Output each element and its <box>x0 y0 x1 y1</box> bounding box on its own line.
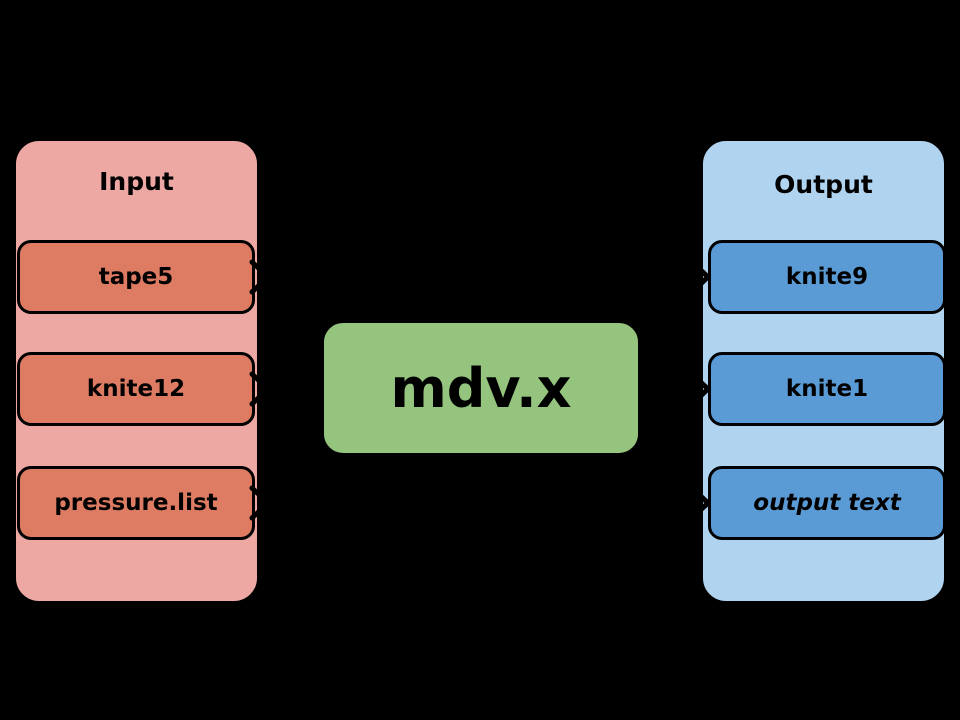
output-group-title: Output <box>774 170 873 199</box>
output-item-knite9[interactable]: knite9 <box>708 240 946 314</box>
output-item-output-text[interactable]: output text <box>708 466 946 540</box>
input-group-title: Input <box>99 167 174 196</box>
input-item-tape5[interactable]: tape5 <box>17 240 255 314</box>
output-item-knite1[interactable]: knite1 <box>708 352 946 426</box>
input-item-pressure-list[interactable]: pressure.list <box>17 466 255 540</box>
process-node-mdv-x[interactable]: mdv.x <box>321 320 641 456</box>
input-item-knite12[interactable]: knite12 <box>17 352 255 426</box>
diagram-canvas: Input tape5 knite12 pressure.list mdv.x … <box>0 0 960 720</box>
